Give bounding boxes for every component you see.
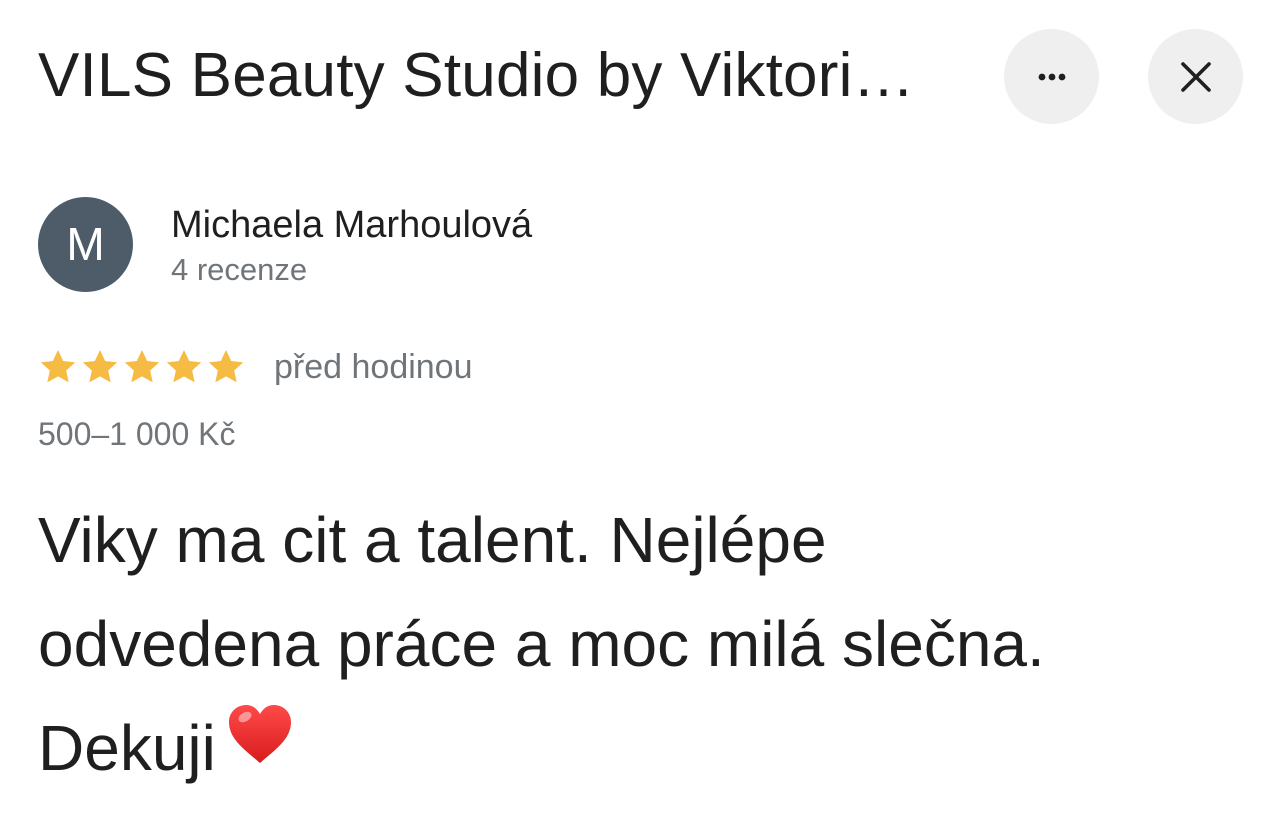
review-text-word: Dekuji	[38, 712, 216, 784]
more-horizontal-icon	[1038, 73, 1065, 80]
avatar[interactable]: M	[38, 197, 133, 292]
reviewer-review-count: 4 recenze	[171, 252, 308, 287]
star-icon	[40, 350, 76, 383]
heart-emoji-icon	[226, 693, 294, 797]
review-text: Viky ma cit a talent. Nejlépe odvedena p…	[38, 488, 1238, 805]
more-options-button[interactable]	[1004, 29, 1099, 124]
review-text-line: Dekuji	[38, 696, 1238, 805]
star-rating	[38, 347, 246, 387]
close-button[interactable]	[1148, 29, 1243, 124]
star-icon	[124, 350, 160, 383]
star-icon	[166, 350, 202, 383]
review-text-line: odvedena práce a moc milá slečna.	[38, 608, 1045, 680]
star-icon	[82, 350, 118, 383]
header: VILS Beauty Studio by Viktori…	[0, 0, 1273, 150]
review-text-line: Viky ma cit a talent. Nejlépe	[38, 504, 827, 576]
review-time: před hodinou	[274, 348, 473, 386]
price-range: 500–1 000 Kč	[38, 416, 236, 452]
close-icon	[1180, 61, 1211, 92]
star-icon	[208, 350, 244, 383]
rating-row: před hodinou	[38, 342, 473, 392]
reviewer-name[interactable]: Michaela Marhoulová	[171, 203, 532, 247]
place-title: VILS Beauty Studio by Viktori…	[38, 41, 915, 110]
